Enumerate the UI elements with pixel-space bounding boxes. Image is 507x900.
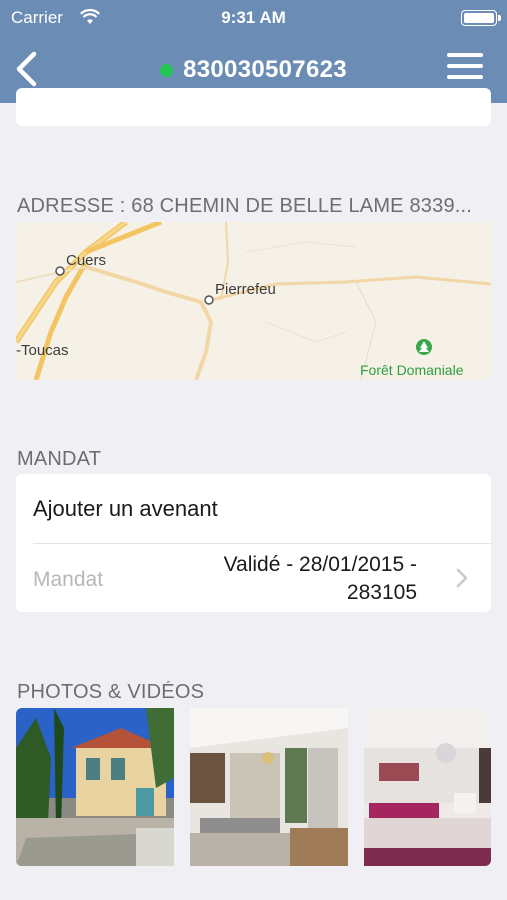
hamburger-menu-icon[interactable]: [447, 53, 483, 83]
chevron-right-icon: [456, 568, 468, 588]
mandat-section-label: MANDAT: [17, 448, 102, 470]
status-time: 9:31 AM: [221, 8, 286, 27]
photos-section-label: PHOTOS & VIDÉOS: [17, 681, 205, 703]
mandat-row[interactable]: Mandat Validé - 28/01/2015 - 283105: [16, 544, 491, 612]
map-label-pierrefeu: Pierrefeu: [215, 281, 276, 298]
previous-card: [16, 88, 491, 126]
map-label-toucas: -Toucas: [16, 342, 69, 359]
mandat-row-value: Validé - 28/01/2015 - 283105: [224, 551, 417, 607]
photo-house-exterior[interactable]: [16, 708, 174, 866]
page-title: 830030507623: [183, 55, 347, 83]
photo-bedroom[interactable]: [364, 708, 491, 866]
status-dot-icon: [160, 64, 174, 77]
battery-icon: [461, 10, 501, 26]
status-bar: Carrier 9:31 AM: [0, 0, 507, 36]
mandat-card: Ajouter un avenant Mandat Validé - 28/01…: [16, 474, 491, 612]
map-roads: [16, 222, 491, 380]
address-map[interactable]: Cuers Pierrefeu -Toucas Forêt Domaniale: [16, 222, 491, 380]
photo-gallery: [16, 708, 491, 866]
mandat-status-date: Validé - 28/01/2015 -: [223, 553, 417, 576]
add-amendment-button[interactable]: Ajouter un avenant: [33, 496, 218, 522]
mandat-row-label: Mandat: [33, 568, 104, 591]
map-label-cuers: Cuers: [66, 252, 107, 269]
map-label-foret-domaniale: Forêt Domaniale: [360, 362, 464, 378]
address-label: ADRESSE : 68 CHEMIN DE BELLE LAME 8339..…: [17, 195, 473, 217]
mandat-number: 283105: [346, 581, 417, 604]
photo-living-room[interactable]: [190, 708, 348, 866]
